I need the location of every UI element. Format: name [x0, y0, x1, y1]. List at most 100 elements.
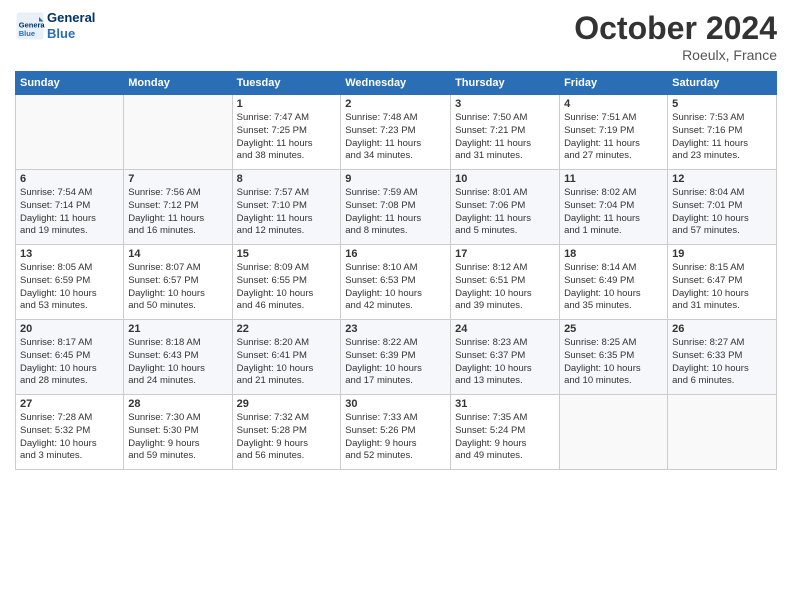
day-info: Sunrise: 7:57 AM Sunset: 7:10 PM Dayligh… — [237, 187, 337, 238]
day-info: Sunrise: 7:51 AM Sunset: 7:19 PM Dayligh… — [564, 112, 663, 163]
day-info: Sunrise: 8:02 AM Sunset: 7:04 PM Dayligh… — [564, 187, 663, 238]
day-info: Sunrise: 7:47 AM Sunset: 7:25 PM Dayligh… — [237, 112, 337, 163]
svg-text:Blue: Blue — [19, 28, 35, 37]
week-row-1: 1 Sunrise: 7:47 AM Sunset: 7:25 PM Daylig… — [16, 95, 777, 170]
day-info: Sunrise: 8:09 AM Sunset: 6:55 PM Dayligh… — [237, 262, 337, 313]
day-cell: 26 Sunrise: 8:27 AM Sunset: 6:33 PM Dayli… — [668, 320, 777, 395]
day-number: 25 — [564, 323, 663, 335]
day-number: 9 — [345, 173, 446, 185]
day-cell: 13 Sunrise: 8:05 AM Sunset: 6:59 PM Dayli… — [16, 245, 124, 320]
day-cell: 19Sunrise: 8:15 AM Sunset: 6:47 PM Dayli… — [668, 245, 777, 320]
location: Roeulx, France — [574, 47, 777, 63]
day-number: 27 — [20, 398, 119, 410]
day-cell: 3 Sunrise: 7:50 AM Sunset: 7:21 PM Daylig… — [451, 95, 560, 170]
day-cell: 4 Sunrise: 7:51 AM Sunset: 7:19 PM Daylig… — [560, 95, 668, 170]
day-number: 18 — [564, 248, 663, 260]
day-number: 15 — [237, 248, 337, 260]
day-number: 14 — [128, 248, 227, 260]
header-cell-tuesday: Tuesday — [232, 72, 341, 95]
day-number: 28 — [128, 398, 227, 410]
day-cell: 25 Sunrise: 8:25 AM Sunset: 6:35 PM Dayli… — [560, 320, 668, 395]
day-info: Sunrise: 8:22 AM Sunset: 6:39 PM Dayligh… — [345, 337, 446, 388]
day-cell — [16, 95, 124, 170]
day-info: Sunrise: 8:12 AM Sunset: 6:51 PM Dayligh… — [455, 262, 555, 313]
header-cell-wednesday: Wednesday — [341, 72, 451, 95]
day-number: 6 — [20, 173, 119, 185]
day-cell: 22Sunrise: 8:20 AM Sunset: 6:41 PM Dayli… — [232, 320, 341, 395]
day-info: Sunrise: 8:17 AM Sunset: 6:45 PM Dayligh… — [20, 337, 119, 388]
day-cell: 27 Sunrise: 7:28 AM Sunset: 5:32 PM Dayli… — [16, 395, 124, 470]
day-number: 17 — [455, 248, 555, 260]
day-info: Sunrise: 8:05 AM Sunset: 6:59 PM Dayligh… — [20, 262, 119, 313]
day-info: Sunrise: 8:01 AM Sunset: 7:06 PM Dayligh… — [455, 187, 555, 238]
header-cell-thursday: Thursday — [451, 72, 560, 95]
day-cell: 9 Sunrise: 7:59 AM Sunset: 7:08 PM Daylig… — [341, 170, 451, 245]
day-number: 11 — [564, 173, 663, 185]
day-info: Sunrise: 8:10 AM Sunset: 6:53 PM Dayligh… — [345, 262, 446, 313]
day-cell: 14 Sunrise: 8:07 AM Sunset: 6:57 PM Dayli… — [124, 245, 232, 320]
header-cell-monday: Monday — [124, 72, 232, 95]
day-info: Sunrise: 7:32 AM Sunset: 5:28 PM Dayligh… — [237, 412, 337, 463]
title-block: October 2024 Roeulx, France — [574, 10, 777, 63]
day-cell: 15 Sunrise: 8:09 AM Sunset: 6:55 PM Dayli… — [232, 245, 341, 320]
header-cell-sunday: Sunday — [16, 72, 124, 95]
day-cell: 24Sunrise: 8:23 AM Sunset: 6:37 PM Dayli… — [451, 320, 560, 395]
day-cell: 21 Sunrise: 8:18 AM Sunset: 6:43 PM Dayli… — [124, 320, 232, 395]
day-cell: 10 Sunrise: 8:01 AM Sunset: 7:06 PM Dayli… — [451, 170, 560, 245]
day-cell: 29 Sunrise: 7:32 AM Sunset: 5:28 PM Dayli… — [232, 395, 341, 470]
day-cell — [668, 395, 777, 470]
header-cell-friday: Friday — [560, 72, 668, 95]
week-row-4: 20Sunrise: 8:17 AM Sunset: 6:45 PM Dayli… — [16, 320, 777, 395]
day-info: Sunrise: 8:18 AM Sunset: 6:43 PM Dayligh… — [128, 337, 227, 388]
day-info: Sunrise: 7:59 AM Sunset: 7:08 PM Dayligh… — [345, 187, 446, 238]
week-row-2: 6 Sunrise: 7:54 AM Sunset: 7:14 PM Daylig… — [16, 170, 777, 245]
logo-icon: General Blue — [15, 11, 45, 41]
day-cell: 16Sunrise: 8:10 AM Sunset: 6:53 PM Dayli… — [341, 245, 451, 320]
day-info: Sunrise: 8:27 AM Sunset: 6:33 PM Dayligh… — [672, 337, 772, 388]
week-row-5: 27 Sunrise: 7:28 AM Sunset: 5:32 PM Dayli… — [16, 395, 777, 470]
day-number: 26 — [672, 323, 772, 335]
header-cell-saturday: Saturday — [668, 72, 777, 95]
day-number: 3 — [455, 98, 555, 110]
day-info: Sunrise: 8:07 AM Sunset: 6:57 PM Dayligh… — [128, 262, 227, 313]
logo: General Blue General Blue — [15, 10, 95, 41]
day-info: Sunrise: 7:35 AM Sunset: 5:24 PM Dayligh… — [455, 412, 555, 463]
day-info: Sunrise: 7:28 AM Sunset: 5:32 PM Dayligh… — [20, 412, 119, 463]
day-number: 24 — [455, 323, 555, 335]
day-cell: 23Sunrise: 8:22 AM Sunset: 6:39 PM Dayli… — [341, 320, 451, 395]
day-info: Sunrise: 8:25 AM Sunset: 6:35 PM Dayligh… — [564, 337, 663, 388]
day-info: Sunrise: 7:53 AM Sunset: 7:16 PM Dayligh… — [672, 112, 772, 163]
day-number: 10 — [455, 173, 555, 185]
day-cell: 12 Sunrise: 8:04 AM Sunset: 7:01 PM Dayli… — [668, 170, 777, 245]
day-number: 7 — [128, 173, 227, 185]
day-cell: 18 Sunrise: 8:14 AM Sunset: 6:49 PM Dayli… — [560, 245, 668, 320]
day-cell: 28Sunrise: 7:30 AM Sunset: 5:30 PM Dayli… — [124, 395, 232, 470]
day-number: 21 — [128, 323, 227, 335]
day-cell: 17 Sunrise: 8:12 AM Sunset: 6:51 PM Dayli… — [451, 245, 560, 320]
day-cell: 31 Sunrise: 7:35 AM Sunset: 5:24 PM Dayli… — [451, 395, 560, 470]
day-number: 1 — [237, 98, 337, 110]
day-number: 19 — [672, 248, 772, 260]
day-number: 2 — [345, 98, 446, 110]
day-cell: 5Sunrise: 7:53 AM Sunset: 7:16 PM Daylig… — [668, 95, 777, 170]
day-cell: 1 Sunrise: 7:47 AM Sunset: 7:25 PM Daylig… — [232, 95, 341, 170]
calendar-container: General Blue General Blue October 2024 R… — [0, 0, 792, 480]
calendar-header: General Blue General Blue October 2024 R… — [15, 10, 777, 63]
day-cell: 2 Sunrise: 7:48 AM Sunset: 7:23 PM Daylig… — [341, 95, 451, 170]
day-cell: 8Sunrise: 7:57 AM Sunset: 7:10 PM Daylig… — [232, 170, 341, 245]
day-info: Sunrise: 8:04 AM Sunset: 7:01 PM Dayligh… — [672, 187, 772, 238]
day-cell: 7Sunrise: 7:56 AM Sunset: 7:12 PM Daylig… — [124, 170, 232, 245]
day-number: 4 — [564, 98, 663, 110]
day-cell: 30Sunrise: 7:33 AM Sunset: 5:26 PM Dayli… — [341, 395, 451, 470]
logo-line2: Blue — [47, 26, 95, 42]
day-info: Sunrise: 8:20 AM Sunset: 6:41 PM Dayligh… — [237, 337, 337, 388]
day-number: 31 — [455, 398, 555, 410]
day-info: Sunrise: 7:50 AM Sunset: 7:21 PM Dayligh… — [455, 112, 555, 163]
day-number: 29 — [237, 398, 337, 410]
day-number: 13 — [20, 248, 119, 260]
day-info: Sunrise: 7:48 AM Sunset: 7:23 PM Dayligh… — [345, 112, 446, 163]
day-info: Sunrise: 7:54 AM Sunset: 7:14 PM Dayligh… — [20, 187, 119, 238]
day-cell — [560, 395, 668, 470]
day-number: 12 — [672, 173, 772, 185]
day-info: Sunrise: 8:14 AM Sunset: 6:49 PM Dayligh… — [564, 262, 663, 313]
